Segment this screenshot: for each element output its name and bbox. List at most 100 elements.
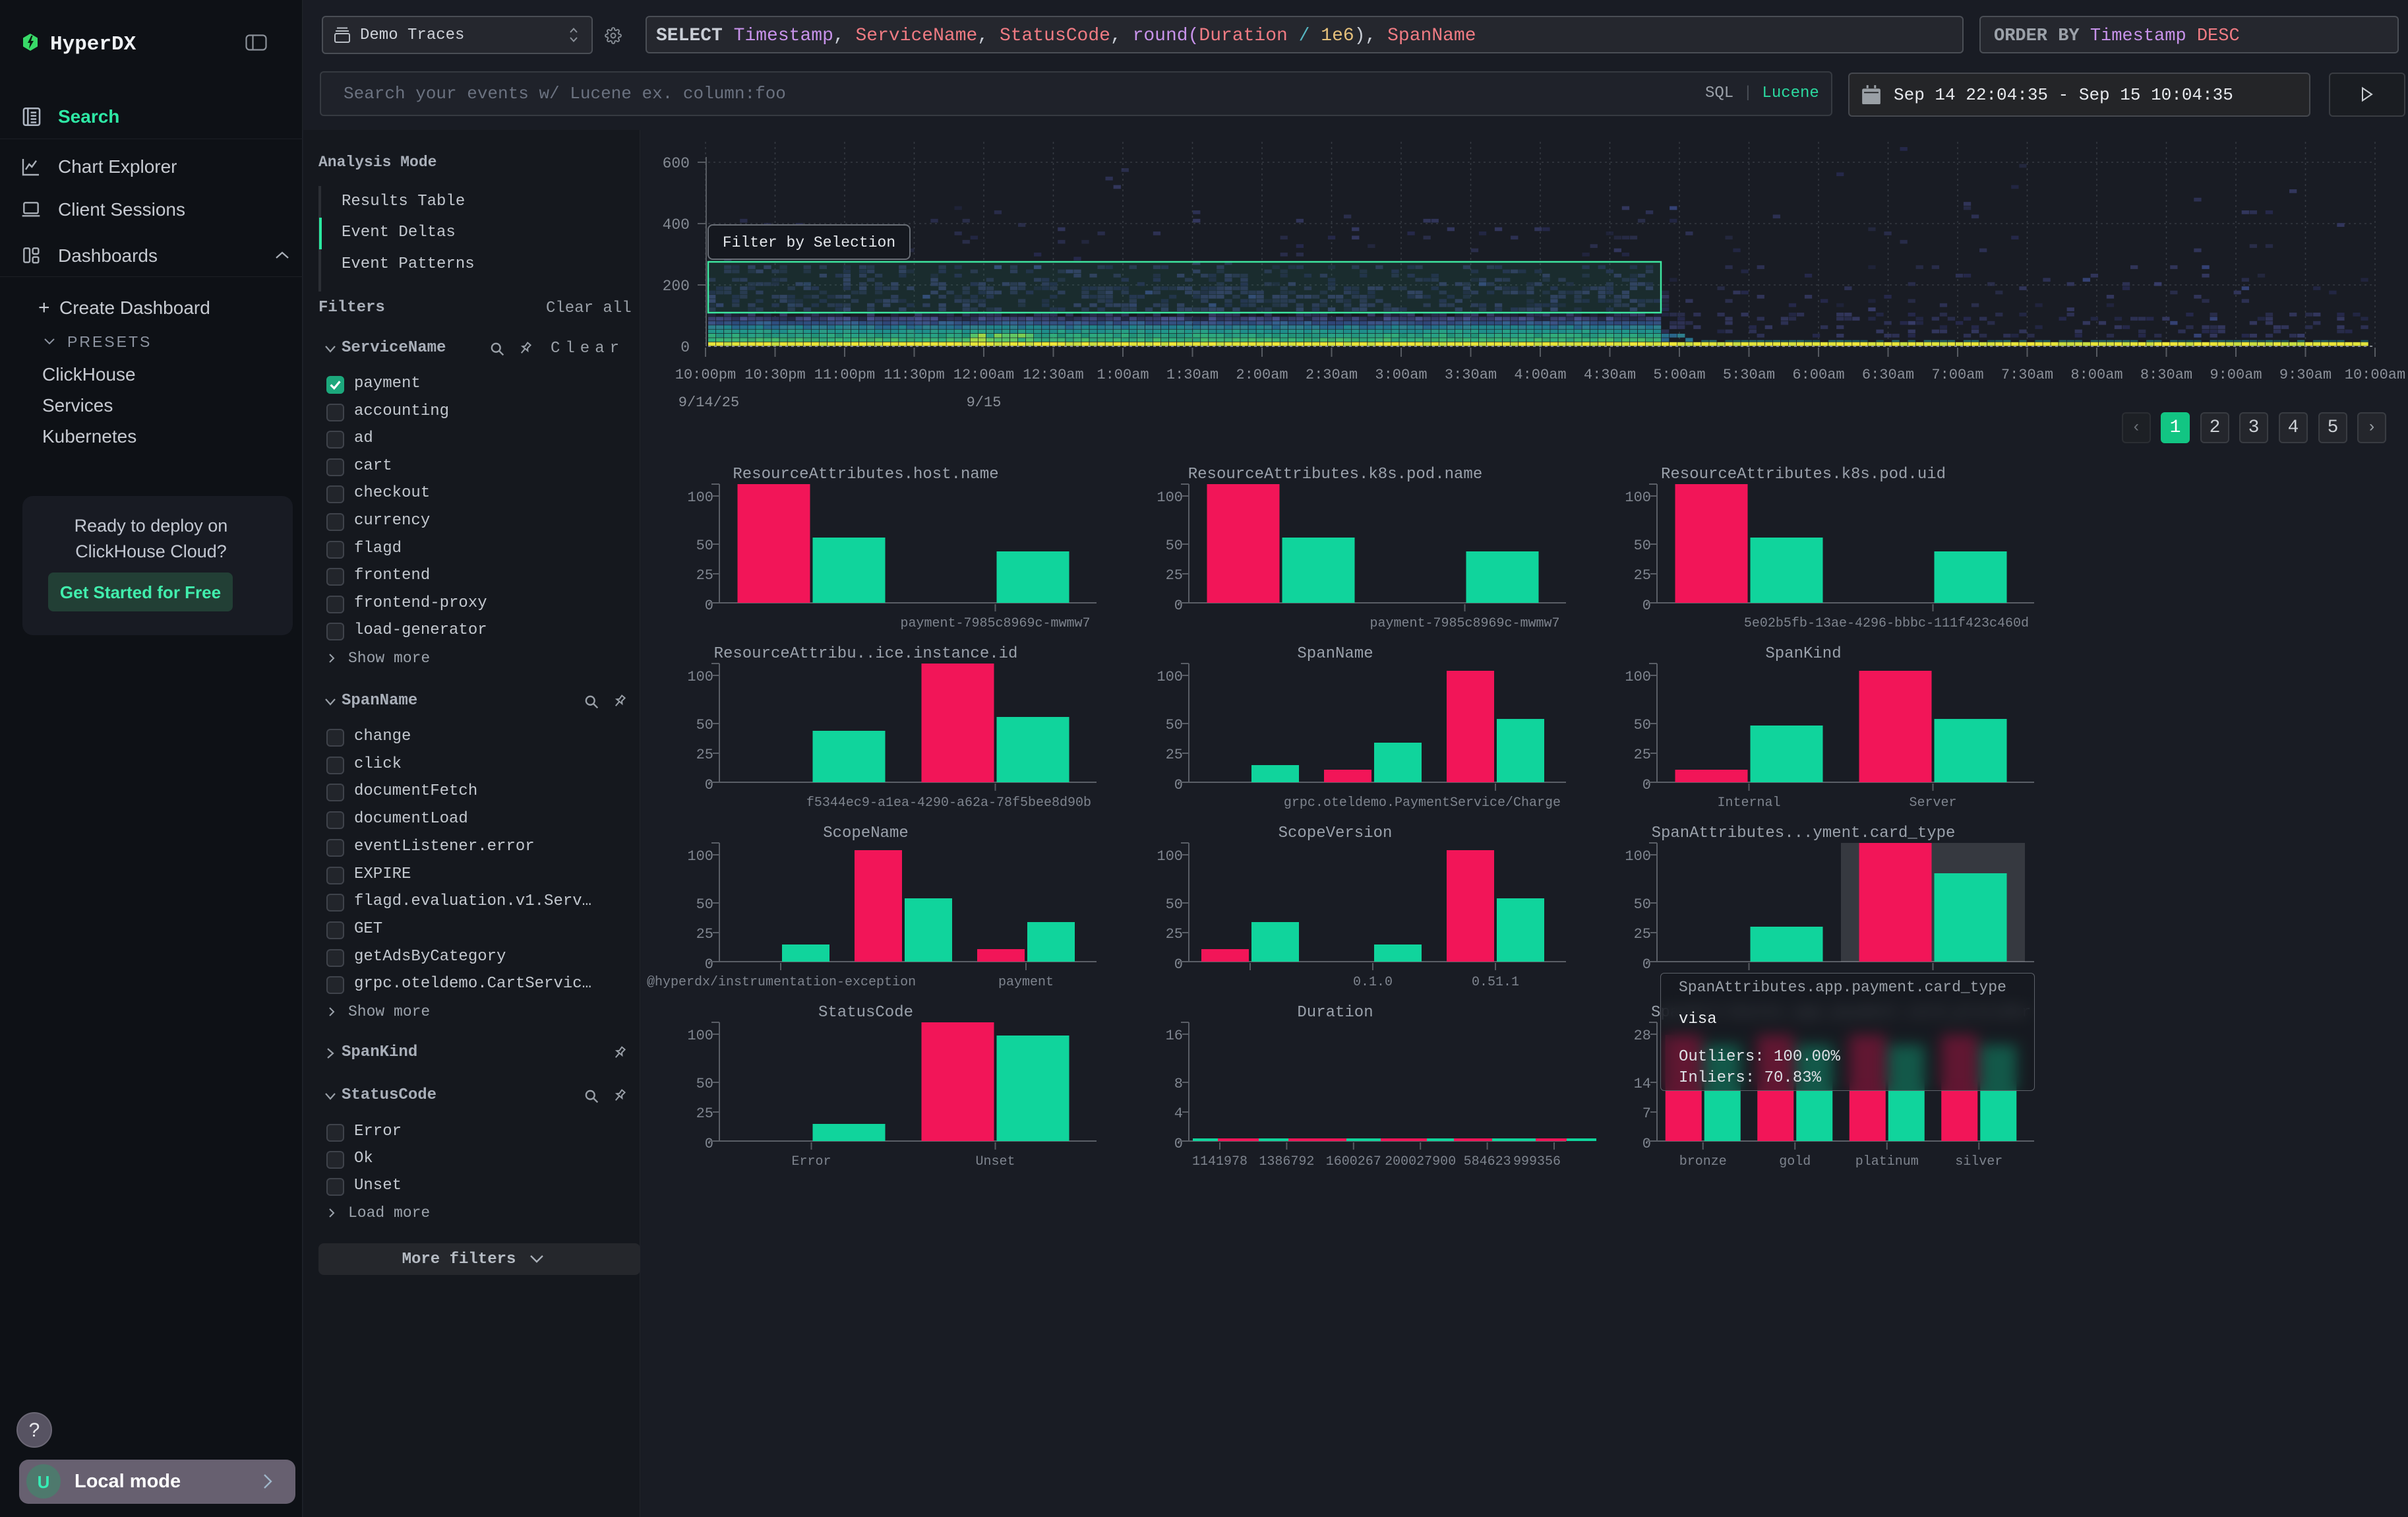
svg-text:0: 0 — [1642, 777, 1651, 793]
svg-text:ScopeVersion: ScopeVersion — [1279, 824, 1393, 842]
svg-text:584623: 584623 — [1464, 1154, 1511, 1169]
svg-text:50: 50 — [1166, 896, 1183, 913]
svg-text:gold: gold — [1779, 1154, 1811, 1169]
svg-text:ResourceAttribu..ice.instance.: ResourceAttribu..ice.instance.id — [714, 645, 1018, 663]
svg-text:25: 25 — [1166, 926, 1183, 943]
svg-text:11:00pm: 11:00pm — [814, 367, 875, 383]
svg-text:9:30am: 9:30am — [2279, 367, 2332, 383]
svg-text:3:00am: 3:00am — [1375, 367, 1427, 383]
svg-text:7:30am: 7:30am — [2001, 367, 2053, 383]
svg-text:payment-7985c8969c-mwmw7: payment-7985c8969c-mwmw7 — [900, 616, 1090, 631]
svg-text:bronze: bronze — [1679, 1154, 1727, 1169]
svg-text:5e02b5fb-13ae-4296-bbbc-111f42: 5e02b5fb-13ae-4296-bbbc-111f423c460d — [1744, 616, 2029, 631]
svg-text:0.1.0: 0.1.0 — [1353, 975, 1393, 990]
svg-text:25: 25 — [1634, 567, 1651, 584]
svg-text:4:30am: 4:30am — [1584, 367, 1636, 383]
svg-text:100: 100 — [687, 1028, 713, 1044]
svg-text:silver: silver — [1955, 1154, 2002, 1169]
svg-text:@hyperdx/instrumentation-excep: @hyperdx/instrumentation-exception — [647, 975, 916, 990]
svg-text:25: 25 — [696, 747, 713, 763]
svg-text:0: 0 — [1174, 1136, 1183, 1152]
svg-text:3:30am: 3:30am — [1445, 367, 1497, 383]
svg-text:f5344ec9-a1ea-4290-a62a-78f5be: f5344ec9-a1ea-4290-a62a-78f5bee8d90b — [806, 795, 1091, 811]
svg-text:12:30am: 12:30am — [1023, 367, 1083, 383]
svg-text:1141978: 1141978 — [1192, 1154, 1248, 1169]
svg-text:9/14/25: 9/14/25 — [678, 394, 739, 411]
svg-text:6:00am: 6:00am — [1792, 367, 1844, 383]
svg-text:100: 100 — [687, 669, 713, 685]
svg-text:ResourceAttributes.k8s.pod.nam: ResourceAttributes.k8s.pod.name — [1188, 466, 1482, 483]
svg-text:0: 0 — [680, 339, 690, 356]
svg-text:14: 14 — [1634, 1076, 1651, 1092]
svg-text:50: 50 — [1634, 538, 1651, 554]
svg-text:Internal: Internal — [1717, 795, 1780, 811]
svg-text:600: 600 — [663, 155, 690, 172]
svg-text:0: 0 — [705, 598, 713, 614]
svg-text:4: 4 — [1174, 1105, 1183, 1122]
svg-text:0: 0 — [1642, 598, 1651, 614]
svg-text:28: 28 — [1634, 1028, 1651, 1044]
svg-text:1386792: 1386792 — [1259, 1154, 1314, 1169]
svg-text:100: 100 — [1157, 848, 1183, 865]
svg-text:0: 0 — [705, 1136, 713, 1152]
svg-text:payment-7985c8969c-mwmw7: payment-7985c8969c-mwmw7 — [1370, 616, 1559, 631]
svg-text:grpc.oteldemo.PaymentService/C: grpc.oteldemo.PaymentService/Charge — [1284, 795, 1561, 811]
svg-text:100: 100 — [1625, 848, 1651, 865]
svg-text:25: 25 — [696, 926, 713, 943]
svg-text:Error: Error — [791, 1154, 831, 1169]
svg-text:5:00am: 5:00am — [1653, 367, 1705, 383]
svg-text:ScopeName: ScopeName — [823, 824, 909, 842]
svg-text:100: 100 — [1157, 669, 1183, 685]
svg-text:9/15: 9/15 — [967, 394, 1002, 411]
svg-text:0: 0 — [1174, 777, 1183, 793]
svg-text:6:30am: 6:30am — [1862, 367, 1914, 383]
svg-text:0: 0 — [1174, 956, 1183, 973]
svg-text:1600267: 1600267 — [1326, 1154, 1381, 1169]
svg-text:25: 25 — [1634, 747, 1651, 763]
svg-text:payment: payment — [998, 975, 1054, 990]
svg-text:0: 0 — [1642, 956, 1651, 973]
svg-text:2:30am: 2:30am — [1306, 367, 1358, 383]
svg-text:100: 100 — [1625, 489, 1651, 506]
svg-text:SpanKind: SpanKind — [1765, 645, 1841, 663]
svg-text:Unset: Unset — [975, 1154, 1015, 1169]
svg-text:50: 50 — [696, 1076, 713, 1092]
svg-text:9:00am: 9:00am — [2210, 367, 2262, 383]
svg-text:200: 200 — [663, 278, 690, 295]
svg-text:10:00am: 10:00am — [2345, 367, 2405, 383]
svg-text:25: 25 — [696, 1105, 713, 1122]
svg-text:50: 50 — [1634, 717, 1651, 733]
svg-text:100: 100 — [1157, 489, 1183, 506]
svg-text:50: 50 — [1634, 896, 1651, 913]
svg-text:50: 50 — [1166, 717, 1183, 733]
svg-text:ResourceAttributes.k8s.pod.uid: ResourceAttributes.k8s.pod.uid — [1661, 466, 1946, 483]
svg-text:8:30am: 8:30am — [2140, 367, 2192, 383]
svg-text:50: 50 — [696, 717, 713, 733]
svg-text:ResourceAttributes.host.name: ResourceAttributes.host.name — [733, 466, 998, 483]
svg-text:100: 100 — [1625, 669, 1651, 685]
svg-text:0: 0 — [705, 777, 713, 793]
svg-text:25: 25 — [696, 567, 713, 584]
svg-text:50: 50 — [1166, 538, 1183, 554]
svg-text:0: 0 — [1174, 598, 1183, 614]
svg-text:platinum: platinum — [1855, 1154, 1919, 1169]
svg-text:50: 50 — [696, 538, 713, 554]
svg-text:50: 50 — [696, 896, 713, 913]
svg-text:8: 8 — [1174, 1076, 1183, 1092]
svg-text:Duration: Duration — [1297, 1004, 1373, 1022]
svg-text:10:30pm: 10:30pm — [744, 367, 805, 383]
svg-text:1:00am: 1:00am — [1097, 367, 1149, 383]
svg-text:11:30pm: 11:30pm — [884, 367, 944, 383]
svg-text:400: 400 — [663, 216, 690, 233]
svg-text:12:00am: 12:00am — [953, 367, 1014, 383]
svg-text:SpanAttributes...yment.card_ty: SpanAttributes...yment.card_type — [1652, 824, 1956, 842]
svg-text:25: 25 — [1166, 567, 1183, 584]
svg-text:2:00am: 2:00am — [1236, 367, 1288, 383]
svg-text:Server: Server — [1909, 795, 1956, 811]
svg-text:25: 25 — [1634, 926, 1651, 943]
svg-text:200027900: 200027900 — [1385, 1154, 1456, 1169]
svg-text:7: 7 — [1642, 1105, 1651, 1122]
svg-text:100: 100 — [687, 489, 713, 506]
svg-text:8:00am: 8:00am — [2070, 367, 2122, 383]
svg-text:SpanName: SpanName — [1297, 645, 1373, 663]
